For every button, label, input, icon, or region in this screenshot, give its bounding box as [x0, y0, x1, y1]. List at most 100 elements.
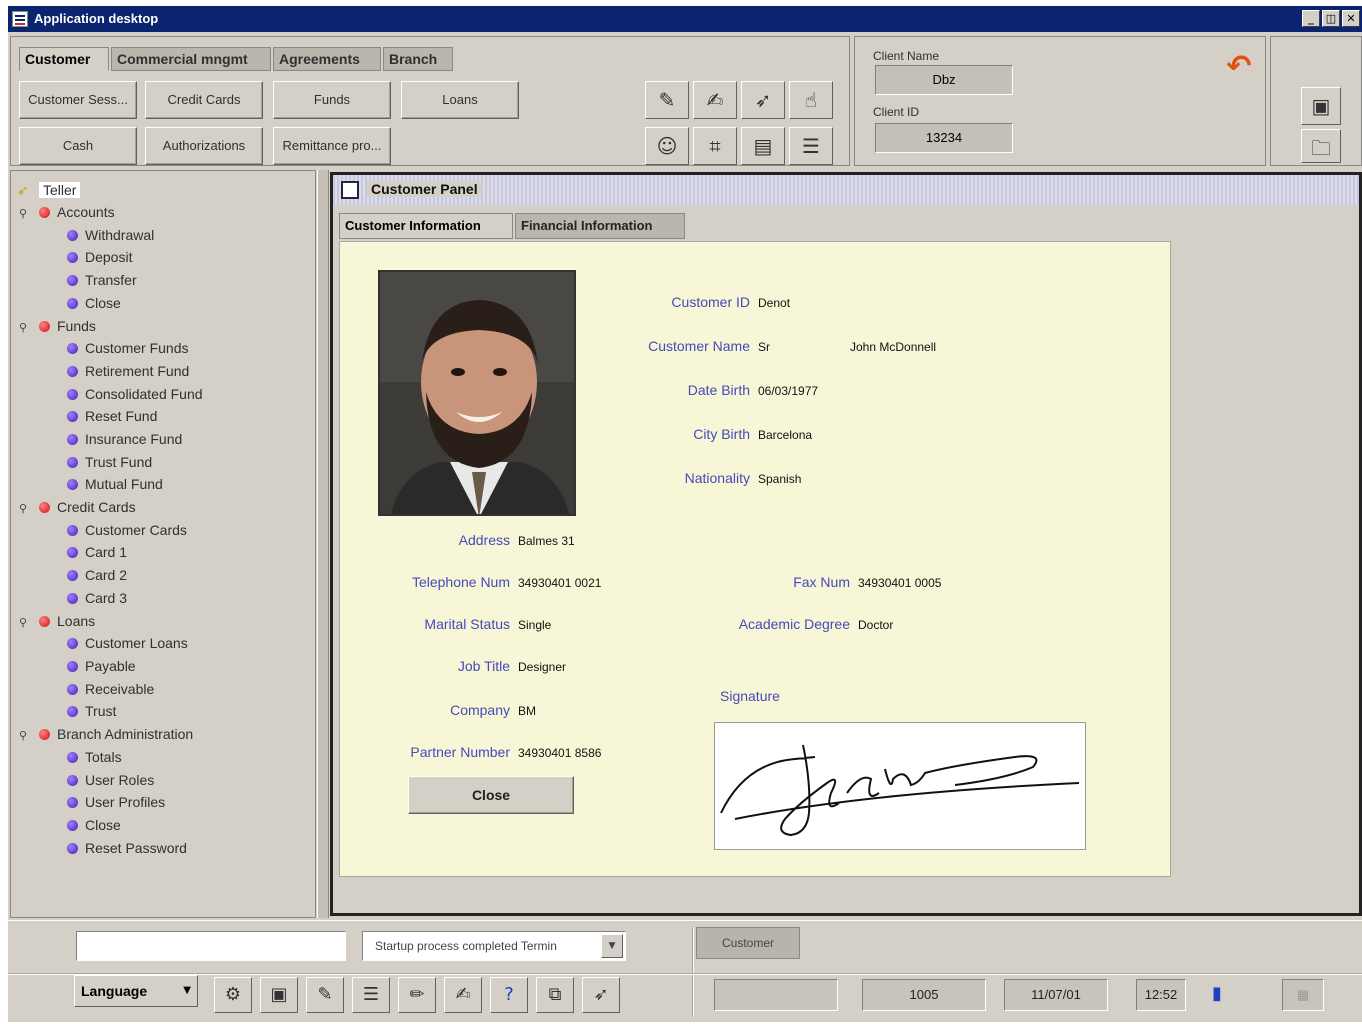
- command-input[interactable]: [76, 931, 346, 961]
- loans-button[interactable]: Loans: [401, 81, 519, 119]
- tree-item[interactable]: Customer Cards: [67, 519, 187, 541]
- navigation-tree: ➶ Teller ⚲ Accounts Withdrawal Deposit Transf…: [10, 170, 316, 918]
- frame-icon[interactable]: ⌗: [693, 127, 737, 165]
- list-icon[interactable]: ☰: [352, 977, 390, 1013]
- tree-item[interactable]: Customer Funds: [67, 337, 188, 359]
- tree-item[interactable]: Reset Fund: [67, 405, 157, 427]
- purple-bullet-icon: [67, 365, 78, 377]
- purple-bullet-icon: [67, 251, 78, 263]
- hand-icon[interactable]: ☝: [789, 81, 833, 119]
- tree-item[interactable]: Reset Password: [67, 837, 187, 859]
- tree-item[interactable]: Insurance Fund: [67, 428, 182, 450]
- tree-handle-icon[interactable]: ⚲: [19, 725, 31, 747]
- tree-item[interactable]: Card 1: [67, 541, 127, 563]
- status-empty-box: [714, 979, 838, 1011]
- teller-icon[interactable]: ✎: [306, 977, 344, 1013]
- tab-customer[interactable]: Customer: [19, 47, 109, 71]
- tree-group[interactable]: ⚲ Loans: [19, 610, 95, 632]
- tree-item[interactable]: Card 3: [67, 587, 127, 609]
- tree-handle-icon[interactable]: ⚲: [19, 203, 31, 225]
- tree-group[interactable]: ⚲ Accounts: [19, 201, 115, 223]
- settings-icon[interactable]: ⚙: [214, 977, 252, 1013]
- monitor-icon[interactable]: ▣: [1301, 87, 1341, 125]
- tab-financial-information[interactable]: Financial Information: [515, 213, 685, 239]
- help-icon[interactable]: ?: [490, 977, 528, 1013]
- credit-cards-button[interactable]: Credit Cards: [145, 81, 263, 119]
- status-time: 12:52: [1136, 979, 1186, 1011]
- tree-group[interactable]: ⚲ Funds: [19, 315, 96, 337]
- purple-bullet-icon: [67, 569, 78, 581]
- panel-checkbox[interactable]: [341, 181, 359, 199]
- telephone-label: Telephone Num: [411, 574, 510, 590]
- tree-item[interactable]: User Roles: [67, 769, 154, 791]
- tree-root-teller[interactable]: ➶ Teller: [17, 179, 81, 201]
- minimize-button[interactable]: _: [1302, 10, 1320, 27]
- tree-item-label: Close: [85, 295, 121, 311]
- remittance-button[interactable]: Remittance pro...: [273, 127, 391, 165]
- tree-item[interactable]: Trust Fund: [67, 451, 152, 473]
- close-button[interactable]: Close: [408, 776, 574, 814]
- tree-item[interactable]: Totals: [67, 746, 122, 768]
- tab-agreements[interactable]: Agreements: [273, 47, 381, 71]
- client-id-label: Client ID: [873, 105, 920, 119]
- tree-item[interactable]: Trust: [67, 700, 116, 722]
- academic-degree-value: Doctor: [858, 618, 894, 632]
- tab-commercial-mngmt[interactable]: Commercial mngmt: [111, 47, 271, 71]
- tree-item-label: Mutual Fund: [85, 476, 163, 492]
- undo-icon[interactable]: ↶: [1219, 47, 1259, 87]
- pointer-tool-icon[interactable]: ➶: [741, 81, 785, 119]
- customer-chip[interactable]: Customer: [696, 927, 800, 959]
- splitter[interactable]: [317, 170, 329, 918]
- tree-item[interactable]: Customer Loans: [67, 632, 188, 654]
- tree-item[interactable]: Close: [67, 814, 121, 836]
- close-window-button[interactable]: ✕: [1342, 10, 1360, 27]
- tree-item[interactable]: Retirement Fund: [67, 360, 189, 382]
- vertical-divider: [692, 927, 694, 1017]
- document-icon[interactable]: ▣: [260, 977, 298, 1013]
- users-icon[interactable]: ☺: [645, 127, 689, 165]
- list-icon[interactable]: ☰: [789, 127, 833, 165]
- windows-icon[interactable]: ⧉: [536, 977, 574, 1013]
- edit-document-icon[interactable]: ✍: [693, 81, 737, 119]
- edit-icon[interactable]: ✍: [444, 977, 482, 1013]
- authorizations-button[interactable]: Authorizations: [145, 127, 263, 165]
- tab-branch[interactable]: Branch: [383, 47, 453, 71]
- pen-icon[interactable]: ✏: [398, 977, 436, 1013]
- application-window: Application desktop _ ◫ ✕ Customer Comme…: [8, 6, 1362, 1022]
- purple-bullet-icon: [67, 683, 78, 695]
- tree-item[interactable]: Payable: [67, 655, 136, 677]
- tree-item[interactable]: Withdrawal: [67, 224, 154, 246]
- purple-bullet-icon: [67, 796, 78, 808]
- tree-item[interactable]: Close: [67, 292, 121, 314]
- tree-item[interactable]: Mutual Fund: [67, 473, 163, 495]
- tree-item-label: Close: [85, 817, 121, 833]
- tree-handle-icon[interactable]: ⚲: [19, 612, 31, 634]
- red-bullet-icon: [39, 501, 50, 513]
- tree-item[interactable]: User Profiles: [67, 791, 165, 813]
- teller-tool-icon[interactable]: ✎: [645, 81, 689, 119]
- cash-button[interactable]: Cash: [19, 127, 137, 165]
- tree-item[interactable]: Transfer: [67, 269, 137, 291]
- language-select[interactable]: Language ▼: [74, 975, 198, 1007]
- tab-customer-information[interactable]: Customer Information: [339, 213, 513, 239]
- funds-button[interactable]: Funds: [273, 81, 391, 119]
- purple-bullet-icon: [67, 410, 78, 422]
- tree-item[interactable]: Consolidated Fund: [67, 383, 203, 405]
- tree-item[interactable]: Deposit: [67, 246, 132, 268]
- chevron-down-icon[interactable]: ▼: [601, 934, 623, 958]
- folder-icon[interactable]: 🗀: [1301, 129, 1341, 163]
- status-message-combo[interactable]: Startup process completed Termin ▼: [362, 931, 626, 961]
- tree-item-label: Trust Fund: [85, 454, 153, 470]
- tree-item[interactable]: Receivable: [67, 678, 154, 700]
- card-icon[interactable]: ▤: [741, 127, 785, 165]
- tree-handle-icon[interactable]: ⚲: [19, 317, 31, 339]
- customer-session-button[interactable]: Customer Sess...: [19, 81, 137, 119]
- tree-group[interactable]: ⚲ Branch Administration: [19, 723, 193, 745]
- customer-id-label: Customer ID: [671, 294, 750, 310]
- tree-item[interactable]: Card 2: [67, 564, 127, 586]
- tree-group[interactable]: ⚲ Credit Cards: [19, 496, 136, 518]
- tree-handle-icon[interactable]: ⚲: [19, 498, 31, 520]
- date-birth-label: Date Birth: [687, 382, 750, 398]
- pointer-icon[interactable]: ➶: [582, 977, 620, 1013]
- maximize-button[interactable]: ◫: [1322, 10, 1340, 27]
